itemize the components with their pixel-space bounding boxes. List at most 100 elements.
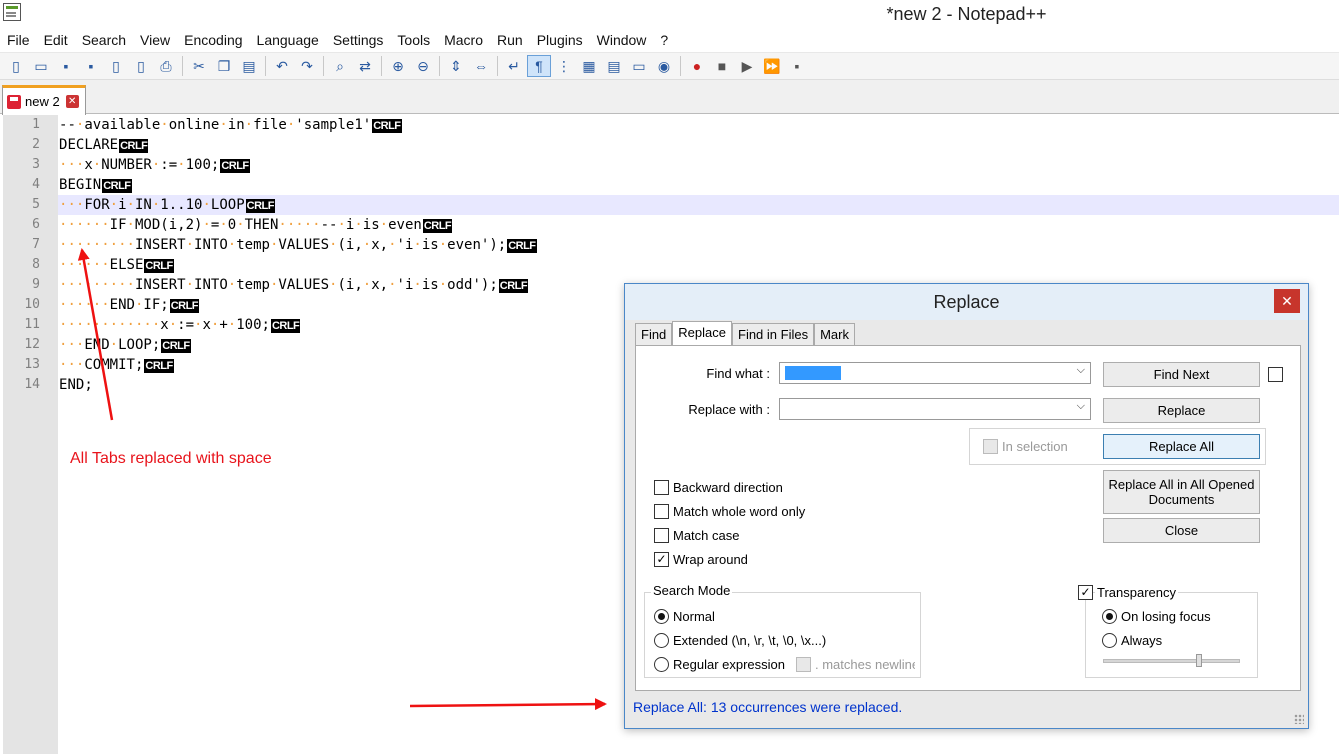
menu-edit[interactable]: Edit	[37, 30, 75, 52]
chevron-down-icon[interactable]: ⌵	[1077, 364, 1085, 377]
menu-search[interactable]: Search	[75, 30, 133, 52]
menu-settings[interactable]: Settings	[326, 30, 391, 52]
menu-file[interactable]: File	[0, 30, 37, 52]
stop-record-icon[interactable]: ■	[710, 55, 734, 77]
toolbar-separator	[680, 56, 681, 76]
menu-tools[interactable]: Tools	[390, 30, 437, 52]
backward-direction-checkbox[interactable]	[654, 480, 669, 495]
wrap-around-checkbox[interactable]: ✓	[654, 552, 669, 567]
code-line[interactable]: ······ELSE CRLF	[59, 255, 174, 275]
cut-icon[interactable]: ✂	[187, 55, 211, 77]
find-next-extra-checkbox[interactable]	[1268, 367, 1283, 382]
code-line[interactable]: ······IF·MOD(i,2)·=·0·THEN·····--·i·is·e…	[59, 215, 453, 235]
code-line[interactable]: ···COMMIT; CRLF	[59, 355, 174, 375]
zoom-in-icon[interactable]: ⊕	[386, 55, 410, 77]
menu-help[interactable]: ?	[653, 30, 675, 52]
dialog-titlebar[interactable]: Replace ✕	[625, 284, 1308, 320]
document-map-icon[interactable]: ▦	[577, 55, 601, 77]
in-selection-checkbox[interactable]	[983, 439, 998, 454]
code-line[interactable]: ···FOR·i·IN·1..10·LOOP CRLF	[59, 195, 275, 215]
tab-find-in-files[interactable]: Find in Files	[732, 323, 815, 345]
whitespace-dot: ·	[227, 237, 237, 253]
tab-find[interactable]: Find	[635, 323, 673, 345]
transparency-slider-track[interactable]	[1103, 659, 1240, 663]
resize-grip-icon[interactable]	[1294, 714, 1304, 724]
monitoring-icon[interactable]: ◉	[652, 55, 676, 77]
line-number: 1	[32, 117, 40, 132]
redo-icon[interactable]: ↷	[295, 55, 319, 77]
folder-as-workspace-icon[interactable]: ▭	[627, 55, 651, 77]
replace-all-button[interactable]: Replace All	[1103, 434, 1260, 459]
match-case-checkbox[interactable]	[654, 528, 669, 543]
search-mode-regex-radio[interactable]	[654, 657, 669, 672]
save-macro-icon[interactable]: ▪	[785, 55, 809, 77]
sync-horizontal-icon[interactable]: ⇔	[469, 55, 493, 77]
replace-with-combobox[interactable]: ⌵	[779, 398, 1091, 420]
dialog-title: Replace	[933, 292, 1000, 312]
replace-button[interactable]: Replace	[1103, 398, 1260, 423]
code-line[interactable]: DECLARE CRLF	[59, 135, 149, 155]
run-macro-multiple-icon[interactable]: ⏩	[760, 55, 784, 77]
zoom-out-icon[interactable]: ⊖	[411, 55, 435, 77]
save-all-icon[interactable]: ▪	[79, 55, 103, 77]
menu-language[interactable]: Language	[250, 30, 326, 52]
play-macro-icon[interactable]: ▶	[735, 55, 759, 77]
paste-icon[interactable]: ▤	[237, 55, 261, 77]
find-icon[interactable]: ⌕	[328, 55, 352, 77]
chevron-down-icon[interactable]: ⌵	[1077, 400, 1085, 413]
close-all-icon[interactable]: ▯	[129, 55, 153, 77]
code-line[interactable]: ···x·NUMBER·:=·100; CRLF	[59, 155, 250, 175]
transparency-on-losing-focus-radio[interactable]	[1102, 609, 1117, 624]
match-whole-word-checkbox[interactable]	[654, 504, 669, 519]
print-icon[interactable]: ⎙	[154, 55, 178, 77]
transparency-always-radio[interactable]	[1102, 633, 1117, 648]
find-what-combobox[interactable]: ⌵	[779, 362, 1091, 384]
tab-mark[interactable]: Mark	[814, 323, 855, 345]
whitespace-dot: ·	[67, 157, 76, 173]
search-mode-extended-radio[interactable]	[654, 633, 669, 648]
copy-icon[interactable]: ❐	[212, 55, 236, 77]
dialog-close-button[interactable]: ✕	[1274, 289, 1300, 313]
code-line[interactable]: ···END·LOOP; CRLF	[59, 335, 191, 355]
find-what-selected-text	[785, 366, 841, 380]
code-line[interactable]: ·········INSERT·INTO·temp·VALUES·(i,·x,·…	[59, 275, 529, 295]
open-file-icon[interactable]: ▭	[29, 55, 53, 77]
menu-run[interactable]: Run	[490, 30, 530, 52]
menu-encoding[interactable]: Encoding	[177, 30, 249, 52]
save-icon[interactable]: ▪	[54, 55, 78, 77]
whitespace-dot: ·	[84, 237, 93, 253]
code-line[interactable]: BEGIN CRLF	[59, 175, 132, 195]
sync-vertical-icon[interactable]: ⇕	[444, 55, 468, 77]
transparency-checkbox[interactable]: ✓	[1078, 585, 1093, 600]
replace-all-in-opened-documents-button[interactable]: Replace All in All Opened Documents	[1103, 470, 1260, 514]
close-button[interactable]: Close	[1103, 518, 1260, 543]
eol-marker: CRLF	[245, 199, 275, 213]
matches-newline-checkbox[interactable]	[796, 657, 811, 672]
menu-plugins[interactable]: Plugins	[530, 30, 590, 52]
whitespace-dot: ·	[227, 317, 237, 333]
close-tab-icon[interactable]: ✕	[65, 95, 79, 108]
close-icon[interactable]: ▯	[104, 55, 128, 77]
code-line[interactable]: ······END·IF; CRLF	[59, 295, 200, 315]
document-tab-new-2[interactable]: new 2 ✕	[2, 85, 86, 115]
undo-icon[interactable]: ↶	[270, 55, 294, 77]
menu-macro[interactable]: Macro	[437, 30, 490, 52]
code-line[interactable]: ·········INSERT·INTO·temp·VALUES·(i,·x,·…	[59, 235, 537, 255]
replace-icon[interactable]: ⇄	[353, 55, 377, 77]
show-all-characters-icon[interactable]: ¶	[527, 55, 551, 77]
record-macro-icon[interactable]: ●	[685, 55, 709, 77]
transparency-slider-thumb[interactable]	[1195, 654, 1202, 667]
new-file-icon[interactable]: ▯	[4, 55, 28, 77]
code-line[interactable]: --·available·online·in·file·'sample1' CRL…	[59, 115, 402, 135]
menu-window[interactable]: Window	[590, 30, 654, 52]
find-next-button[interactable]: Find Next	[1103, 362, 1260, 387]
word-wrap-icon[interactable]: ↵	[502, 55, 526, 77]
code-line[interactable]: END;	[59, 375, 93, 395]
indent-guide-icon[interactable]: ⋮	[552, 55, 576, 77]
tab-replace[interactable]: Replace	[672, 321, 732, 345]
code-line[interactable]: ············x·:=·x·+·100; CRLF	[59, 315, 301, 335]
function-list-icon[interactable]: ▤	[602, 55, 626, 77]
search-mode-normal-radio[interactable]	[654, 609, 669, 624]
menu-view[interactable]: View	[133, 30, 177, 52]
whitespace-dot: ·	[126, 217, 135, 233]
